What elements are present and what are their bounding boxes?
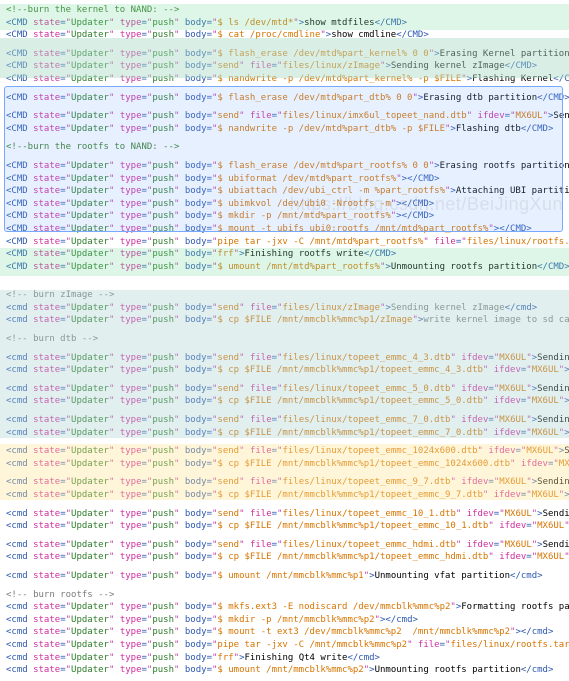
code-line: <cmd state="Updater" type="push" body="$… xyxy=(6,520,563,533)
code-line: <cmd state="Updater" type="push" body="s… xyxy=(6,414,563,427)
code-line: <cmd state="Updater" type="push" body="$… xyxy=(6,626,563,639)
code-line: <CMD state="Updater" type="push" body="$… xyxy=(6,160,563,173)
code-line: <cmd state="Updater" type="push" body="s… xyxy=(6,539,563,552)
comment-line: <!--burn the rootfs to NAND: --> xyxy=(6,141,563,154)
code-line: <cmd state="Updater" type="push" body="$… xyxy=(6,395,563,408)
code-line: <cmd state="Updater" type="push" body="$… xyxy=(6,664,563,677)
code-line: <cmd state="Updater" type="push" body="$… xyxy=(6,570,563,583)
code-line: <CMD state="Updater" type="push" body="f… xyxy=(6,248,563,261)
code-line: <cmd state="Updater" type="push" body="$… xyxy=(6,601,563,614)
code-line: <cmd state="Updater" type="push" body="s… xyxy=(6,302,563,315)
code-line: <CMD state="Updater" type="push" body="$… xyxy=(6,123,563,136)
code-line: <cmd state="Updater" type="push" body="s… xyxy=(6,445,563,458)
comment-line: <!-- burn dtb --> xyxy=(6,333,563,346)
code-line: <cmd state="Updater" type="push" body="$… xyxy=(6,551,563,564)
code-line: <CMD state="Updater" type="push" body="$… xyxy=(6,92,563,105)
code-line: <cmd state="Updater" type="push" body="f… xyxy=(6,652,563,665)
code-line: <CMD state="Updater" type="push" body="s… xyxy=(6,110,563,123)
code-line: <CMD state="Updater" type="push" body="s… xyxy=(6,60,563,73)
comment-line: <!-- burn zImage --> xyxy=(6,289,563,302)
code-line: <CMD state="Updater" type="push" body="$… xyxy=(6,173,563,186)
code-view: <!--burn the kernel to NAND: --><CMD sta… xyxy=(6,4,563,677)
code-line: <CMD state="Updater" type="push" body="$… xyxy=(6,73,563,86)
code-line: <CMD state="Updater" type="push" body="$… xyxy=(6,198,563,211)
code-line: <cmd state="Updater" type="push" body="p… xyxy=(6,639,563,652)
code-line: <cmd state="Updater" type="push" body="$… xyxy=(6,458,563,471)
code-line: <cmd state="Updater" type="push" body="$… xyxy=(6,489,563,502)
code-line: <CMD state="Updater" type="push" body="$… xyxy=(6,223,563,236)
code-line: <CMD state="Updater" type="push" body="$… xyxy=(6,185,563,198)
code-line: <cmd state="Updater" type="push" body="$… xyxy=(6,364,563,377)
code-line: <CMD state="Updater" type="push" body="$… xyxy=(6,48,563,61)
code-line: <CMD state="Updater" type="push" body="$… xyxy=(6,17,563,30)
code-line: <cmd state="Updater" type="push" body="s… xyxy=(6,476,563,489)
code-line: <cmd state="Updater" type="push" body="$… xyxy=(6,427,563,440)
code-line: <cmd state="Updater" type="push" body="$… xyxy=(6,314,563,327)
code-line: <CMD state="Updater" type="push" body="$… xyxy=(6,29,563,42)
code-line: <cmd state="Updater" type="push" body="$… xyxy=(6,614,563,627)
comment-line: <!-- burn rootfs --> xyxy=(6,589,563,602)
code-line: <CMD state="Updater" type="push" body="p… xyxy=(6,236,563,249)
code-line: <CMD state="Updater" type="push" body="$… xyxy=(6,210,563,223)
code-line: <CMD state="Updater" type="push" body="$… xyxy=(6,261,563,274)
code-line: <cmd state="Updater" type="push" body="s… xyxy=(6,352,563,365)
code-line: <cmd state="Updater" type="push" body="s… xyxy=(6,383,563,396)
comment-line: <!--burn the kernel to NAND: --> xyxy=(6,4,563,17)
code-line: <cmd state="Updater" type="push" body="s… xyxy=(6,508,563,521)
